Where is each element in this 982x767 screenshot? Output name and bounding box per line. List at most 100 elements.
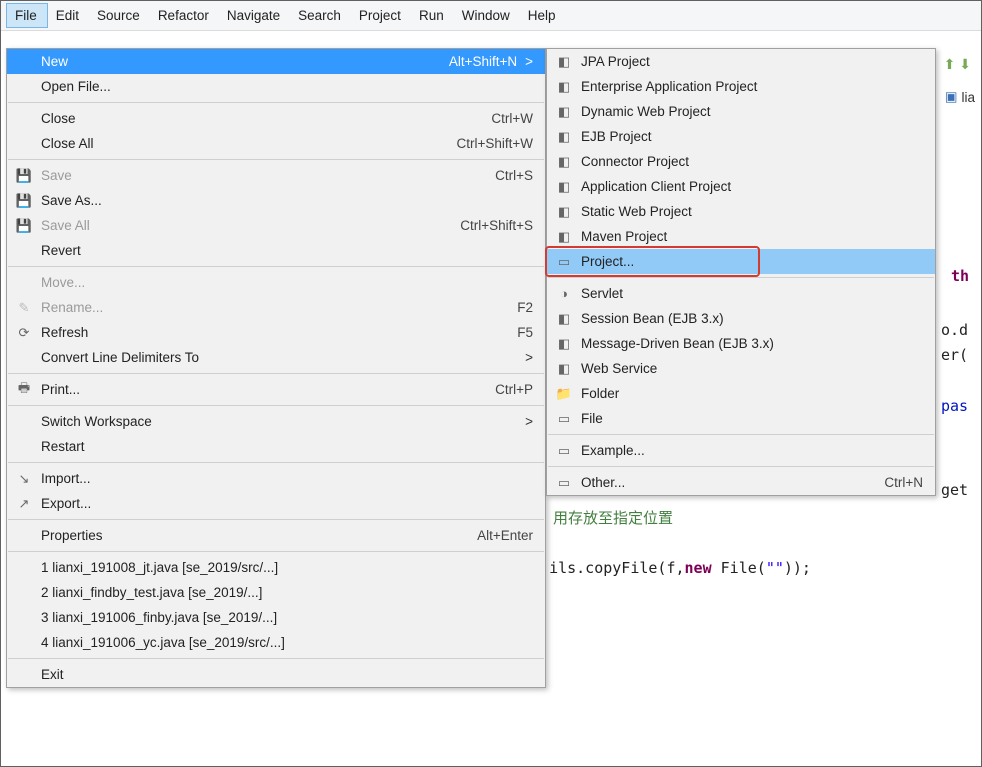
menu-item-label: 2 lianxi_findby_test.java [se_2019/...] [35,585,533,600]
menu-item-label: Revert [35,243,533,258]
separator [8,373,544,374]
file-menu-item-open-file[interactable]: Open File... [7,74,545,99]
menu-window[interactable]: Window [454,4,520,27]
print-icon: 🖶 [13,379,35,401]
toolbar-icons: ⬆ ⬇ [944,56,971,73]
separator [8,102,544,103]
file-menu-item-export[interactable]: ↗Export... [7,491,545,516]
import-icon: ↘ [13,471,35,487]
project-icon: ▭ [553,254,575,270]
file-menu-item-save-all: 💾Save AllCtrl+Shift+S [7,213,545,238]
menu-refactor[interactable]: Refactor [150,4,219,27]
file-menu-item-convert-line-delimiters-to[interactable]: Convert Line Delimiters To> [7,345,545,370]
web-service-icon: ◧ [553,361,575,377]
menu-item-accelerator: Ctrl+Shift+S [460,218,533,233]
file-menu-item-3-lianxi-191006-finby-java-se-2019[interactable]: 3 lianxi_191006_finby.java [se_2019/...] [7,605,545,630]
menu-edit[interactable]: Edit [48,4,89,27]
new-menu-item-example[interactable]: ▭Example... [547,438,935,463]
menu-item-accelerator: Ctrl+N [884,475,923,490]
menu-item-label: Refresh [35,325,517,340]
menu-item-accelerator: Ctrl+W [491,111,533,126]
new-menu-item-project[interactable]: ▭Project... [547,249,935,274]
separator [548,277,934,278]
new-menu-item-folder[interactable]: 📁Folder [547,381,935,406]
file-icon: ▭ [553,411,575,427]
java-file-icon: ▣ [945,89,958,105]
new-menu-item-static-web-project[interactable]: ◧Static Web Project [547,199,935,224]
menu-item-accelerator: F2 [517,300,533,315]
new-menu-item-message-driven-bean-ejb-3-x[interactable]: ◧Message-Driven Bean (EJB 3.x) [547,331,935,356]
new-menu-item-application-client-project[interactable]: ◧Application Client Project [547,174,935,199]
new-menu-item-jpa-project[interactable]: ◧JPA Project [547,49,935,74]
separator [548,434,934,435]
menu-item-label: Print... [35,382,495,397]
message-driven-bean-ejb-3-x-icon: ◧ [553,336,575,352]
menu-item-label: EJB Project [575,129,923,144]
menu-item-accelerator: Alt+Shift+N [449,54,517,69]
save-all-icon: 💾 [13,218,35,234]
menu-project[interactable]: Project [351,4,411,27]
export-icon: ↗ [13,496,35,512]
file-menu-item-switch-workspace[interactable]: Switch Workspace> [7,409,545,434]
menu-navigate[interactable]: Navigate [219,4,290,27]
submenu-arrow-icon: > [517,54,533,69]
file-menu-item-4-lianxi-191006-yc-java-se-2019-src[interactable]: 4 lianxi_191006_yc.java [se_2019/src/...… [7,630,545,655]
file-menu-item-properties[interactable]: PropertiesAlt+Enter [7,523,545,548]
menu-item-label: Project... [575,254,923,269]
file-menu-item-import[interactable]: ↘Import... [7,466,545,491]
file-menu-item-exit[interactable]: Exit [7,662,545,687]
editor-tab-remnant[interactable]: ▣ lia [945,89,975,105]
menu-help[interactable]: Help [520,4,566,27]
new-menu-item-servlet[interactable]: ◑Servlet [547,281,935,306]
file-menu-item-revert[interactable]: Revert [7,238,545,263]
file-menu-item-rename: ✎Rename...F2 [7,295,545,320]
file-menu-item-new[interactable]: NewAlt+Shift+N> [7,49,545,74]
menu-item-label: 4 lianxi_191006_yc.java [se_2019/src/...… [35,635,533,650]
file-menu-item-close-all[interactable]: Close AllCtrl+Shift+W [7,131,545,156]
static-web-project-icon: ◧ [553,204,575,220]
menu-item-label: Static Web Project [575,204,923,219]
file-menu-item-print[interactable]: 🖶Print...Ctrl+P [7,377,545,402]
menu-item-label: Folder [575,386,923,401]
save-as-icon: 💾 [13,193,35,209]
menu-item-accelerator: Ctrl+S [495,168,533,183]
menu-item-label: Save [35,168,495,183]
new-menu-item-maven-project[interactable]: ◧Maven Project [547,224,935,249]
menu-item-label: Close [35,111,491,126]
menu-item-label: Save As... [35,193,533,208]
new-menu-item-session-bean-ejb-3-x[interactable]: ◧Session Bean (EJB 3.x) [547,306,935,331]
menu-item-label: Session Bean (EJB 3.x) [575,311,923,326]
separator [548,466,934,467]
menu-item-accelerator: Ctrl+P [495,382,533,397]
menu-item-label: Other... [575,475,884,490]
menu-search[interactable]: Search [290,4,351,27]
menu-item-label: 1 lianxi_191008_jt.java [se_2019/src/...… [35,560,533,575]
file-menu-item-refresh[interactable]: ⟳RefreshF5 [7,320,545,345]
separator [8,658,544,659]
separator [8,551,544,552]
menu-item-label: Convert Line Delimiters To [35,350,517,365]
file-menu-item-restart[interactable]: Restart [7,434,545,459]
menu-run[interactable]: Run [411,4,454,27]
file-menu-item-2-lianxi-findby-test-java-se-2019[interactable]: 2 lianxi_findby_test.java [se_2019/...] [7,580,545,605]
file-menu-item-1-lianxi-191008-jt-java-se-2019-src[interactable]: 1 lianxi_191008_jt.java [se_2019/src/...… [7,555,545,580]
menu-file[interactable]: File [6,3,48,28]
new-menu-item-connector-project[interactable]: ◧Connector Project [547,149,935,174]
menu-item-label: Open File... [35,79,533,94]
menu-item-label: New [35,54,449,69]
menu-item-label: Properties [35,528,477,543]
new-menu-item-enterprise-application-project[interactable]: ◧Enterprise Application Project [547,74,935,99]
menu-item-label: Switch Workspace [35,414,517,429]
new-menu-item-dynamic-web-project[interactable]: ◧Dynamic Web Project [547,99,935,124]
new-menu-item-file[interactable]: ▭File [547,406,935,431]
file-menu-item-close[interactable]: CloseCtrl+W [7,106,545,131]
new-menu-item-other[interactable]: ▭Other...Ctrl+N [547,470,935,495]
file-menu-item-save-as[interactable]: 💾Save As... [7,188,545,213]
menu-item-label: Web Service [575,361,923,376]
new-menu-item-ejb-project[interactable]: ◧EJB Project [547,124,935,149]
separator [8,266,544,267]
refresh-icon: ⟳ [13,325,35,341]
new-menu-item-web-service[interactable]: ◧Web Service [547,356,935,381]
menu-source[interactable]: Source [89,4,150,27]
new-submenu-dropdown: ◧JPA Project◧Enterprise Application Proj… [546,48,936,496]
